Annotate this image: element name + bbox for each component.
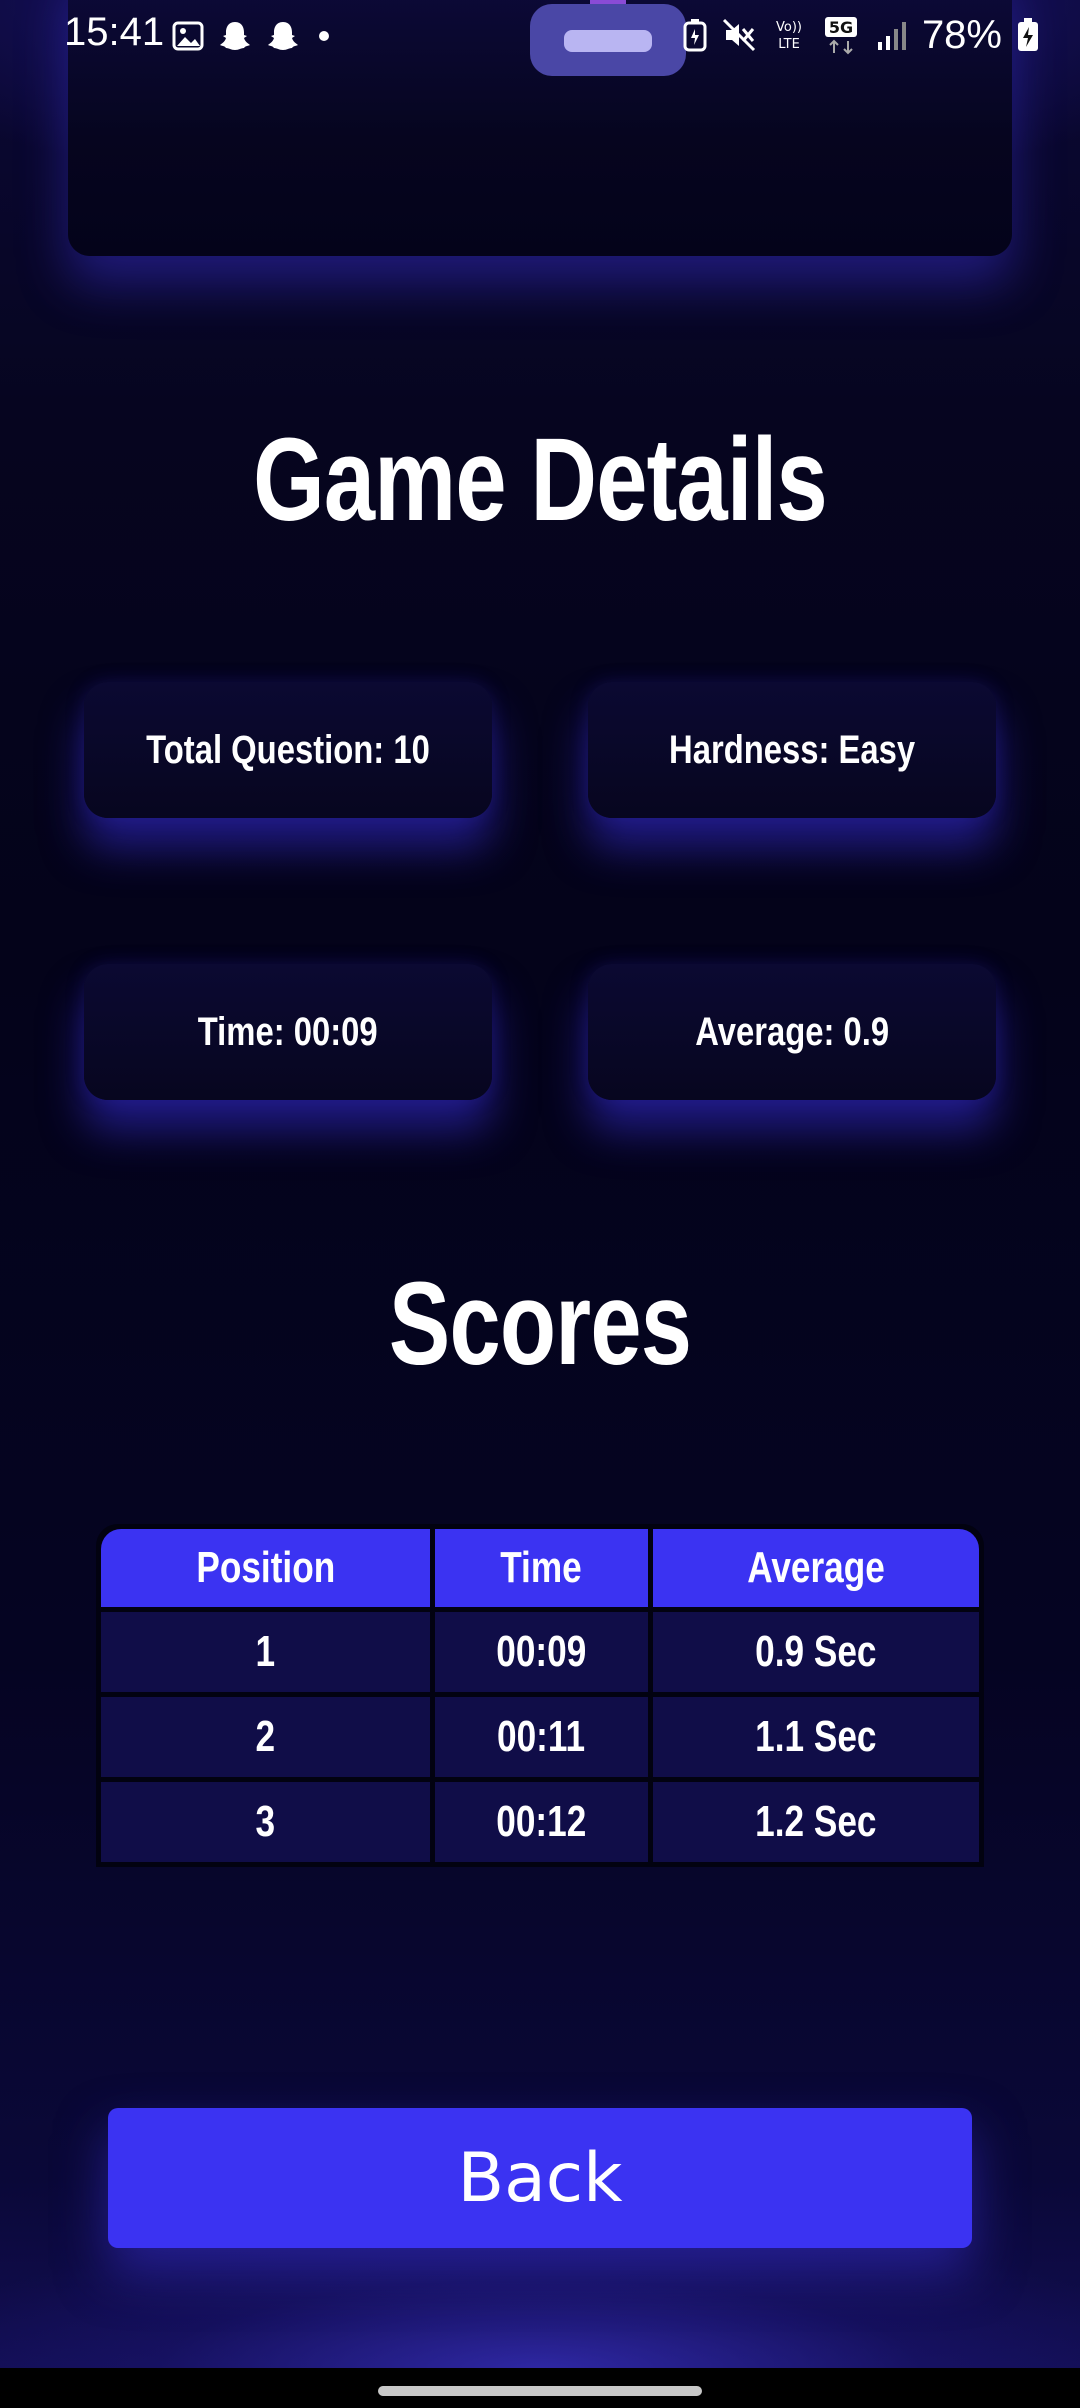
hardness-text: Hardness: Easy xyxy=(668,727,916,772)
status-bar: 15:41 Vo)) LTE 5G 78% xyxy=(0,0,1080,70)
signal-icon xyxy=(874,18,908,52)
volte-icon: Vo)) LTE xyxy=(770,16,808,54)
cell-time: 00:09 xyxy=(434,1612,649,1692)
cell-time: 00:11 xyxy=(434,1697,649,1777)
mute-icon xyxy=(722,18,756,52)
table-row: 2 00:11 1.1 Sec xyxy=(101,1697,979,1777)
cell-position: 3 xyxy=(101,1782,430,1862)
average-text: Average: 0.9 xyxy=(695,1009,889,1054)
cell-average: 1.1 Sec xyxy=(653,1697,979,1777)
cell-average: 0.9 Sec xyxy=(653,1612,979,1692)
svg-text:5G: 5G xyxy=(829,18,853,37)
navigation-bar xyxy=(0,2368,1080,2408)
table-row: 3 00:12 1.2 Sec xyxy=(101,1782,979,1862)
cell-position: 1 xyxy=(101,1612,430,1692)
battery-saver-icon xyxy=(682,18,708,52)
status-time: 15:41 xyxy=(64,10,165,54)
gallery-icon xyxy=(172,20,204,52)
scores-title: Scores xyxy=(388,1258,692,1390)
header-average: Average xyxy=(653,1529,979,1607)
back-button[interactable]: Back xyxy=(108,2108,972,2248)
5g-icon: 5G xyxy=(822,15,860,55)
header-time: Time xyxy=(434,1529,649,1607)
game-result-screen: 15:41 Vo)) LTE 5G 78% Game Details Total… xyxy=(0,0,1080,2368)
svg-text:LTE: LTE xyxy=(778,37,800,52)
cell-time: 00:12 xyxy=(434,1782,649,1862)
total-questions-card: Total Question: 10 xyxy=(84,682,492,818)
system-icons: Vo)) LTE 5G 78% xyxy=(682,10,1040,60)
table-header-row: Position Time Average xyxy=(101,1529,979,1607)
battery-percentage: 78% xyxy=(921,12,1002,57)
snapchat-icon xyxy=(218,19,252,53)
time-card: Time: 00:09 xyxy=(84,964,492,1100)
time-text: Time: 00:09 xyxy=(198,1009,378,1054)
home-gesture-handle[interactable] xyxy=(378,2386,702,2396)
total-questions-text: Total Question: 10 xyxy=(146,727,430,772)
dot-icon xyxy=(314,26,334,46)
header-position: Position xyxy=(101,1529,430,1607)
hardness-card: Hardness: Easy xyxy=(588,682,996,818)
battery-charging-icon xyxy=(1016,17,1040,53)
notification-icons xyxy=(172,18,334,54)
cell-position: 2 xyxy=(101,1697,430,1777)
average-card: Average: 0.9 xyxy=(588,964,996,1100)
snapchat-icon xyxy=(266,19,300,53)
game-details-title: Game Details xyxy=(253,414,828,546)
svg-text:Vo)): Vo)) xyxy=(776,20,802,35)
cell-average: 1.2 Sec xyxy=(653,1782,979,1862)
table-row: 1 00:09 0.9 Sec xyxy=(101,1612,979,1692)
scores-table: Position Time Average 1 00:09 0.9 Sec 2 … xyxy=(96,1524,984,1867)
